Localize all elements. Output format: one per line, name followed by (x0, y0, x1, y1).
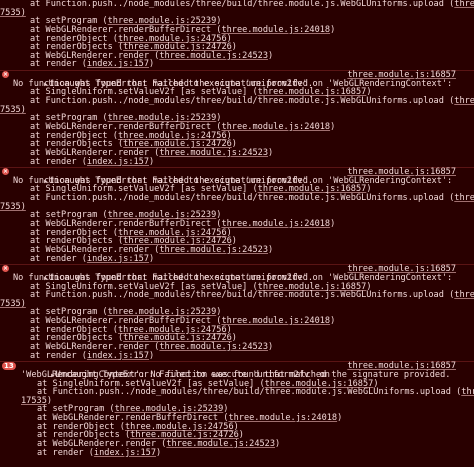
source-link[interactable]: three.module.js:24523 (159, 51, 268, 61)
stack-frame: at render (index.js:157) (37, 447, 162, 458)
error-icon: × (2, 71, 9, 79)
source-link[interactable]: index.js:157 (87, 157, 149, 167)
source-link[interactable]: index.js:157 (87, 351, 149, 361)
console-panel: at Function.push../node_modules/three/bu… (0, 0, 474, 467)
source-link[interactable]: three.module.js:24523 (159, 342, 268, 352)
source-link[interactable]: three.module.js:24523 (166, 439, 275, 449)
repeat-count-badge: 13 (2, 362, 16, 371)
source-link[interactable]: three.module.js:1 (454, 0, 474, 9)
error-icon: × (2, 265, 9, 273)
source-link[interactable]: index.js:157 (94, 448, 156, 458)
stack-frame: at Function.push../node_modules/three/bu… (0, 194, 474, 203)
source-link[interactable]: 7535) (0, 105, 26, 115)
source-link[interactable]: three.module.js:24018 (221, 25, 330, 35)
source-link[interactable]: three.module.js:24018 (221, 316, 330, 326)
source-link[interactable]: index.js:157 (87, 59, 149, 69)
stack-frame: at render (index.js:157) (30, 350, 155, 361)
console-error-entry[interactable]: × ▶Uncaught TypeError: Failed to execute … (0, 168, 474, 266)
source-link[interactable]: index.js:157 (87, 254, 149, 264)
source-link[interactable]: three.module.js:24018 (221, 122, 330, 132)
source-link[interactable]: three.module.js:16857 (347, 168, 456, 177)
source-link[interactable]: three.module.js:24018 (228, 413, 337, 423)
source-link[interactable]: three.module.js:1 (454, 193, 474, 203)
source-link[interactable]: 7535) (0, 202, 26, 212)
console-error-entry[interactable]: × ▶Uncaught TypeError: Failed to execute … (0, 265, 474, 363)
source-link[interactable]: three.module.js:16857 (347, 265, 456, 274)
stack-frame: at Function.push../node_modules/three/bu… (0, 388, 474, 397)
stack-frame: at Function.push../node_modules/three/bu… (0, 97, 474, 106)
source-link[interactable]: 7535) (0, 8, 26, 18)
source-link[interactable]: three.module.js:1 (454, 290, 474, 300)
console-error-entry[interactable]: × ▶Uncaught TypeError: Failed to execute … (0, 71, 474, 169)
console-error-entry-grouped[interactable]: 13 ▶Uncaught TypeError: Failed to execute… (0, 362, 474, 458)
stack-frame: at Function.push../node_modules/three/bu… (0, 291, 474, 300)
stack-frame: at render (index.js:157) (30, 156, 155, 167)
error-icon: × (2, 168, 9, 176)
stack-frame: at render (index.js:157) (30, 59, 155, 70)
console-entry-partial: at Function.push../node_modules/three/bu… (0, 0, 474, 72)
source-link[interactable]: 7535) (0, 299, 26, 309)
source-link[interactable]: three.module.js:1 (461, 387, 474, 397)
source-link[interactable]: three.module.js:24523 (159, 148, 268, 158)
stack-frame: at Function.push../node_modules/three/bu… (0, 0, 474, 9)
source-link[interactable]: three.module.js:24018 (221, 219, 330, 229)
source-link[interactable]: three.module.js:1 (454, 96, 474, 106)
stack-frame: at render (index.js:157) (30, 253, 155, 264)
source-link[interactable]: three.module.js:16857 (347, 71, 456, 80)
source-link[interactable]: three.module.js:24523 (159, 245, 268, 255)
